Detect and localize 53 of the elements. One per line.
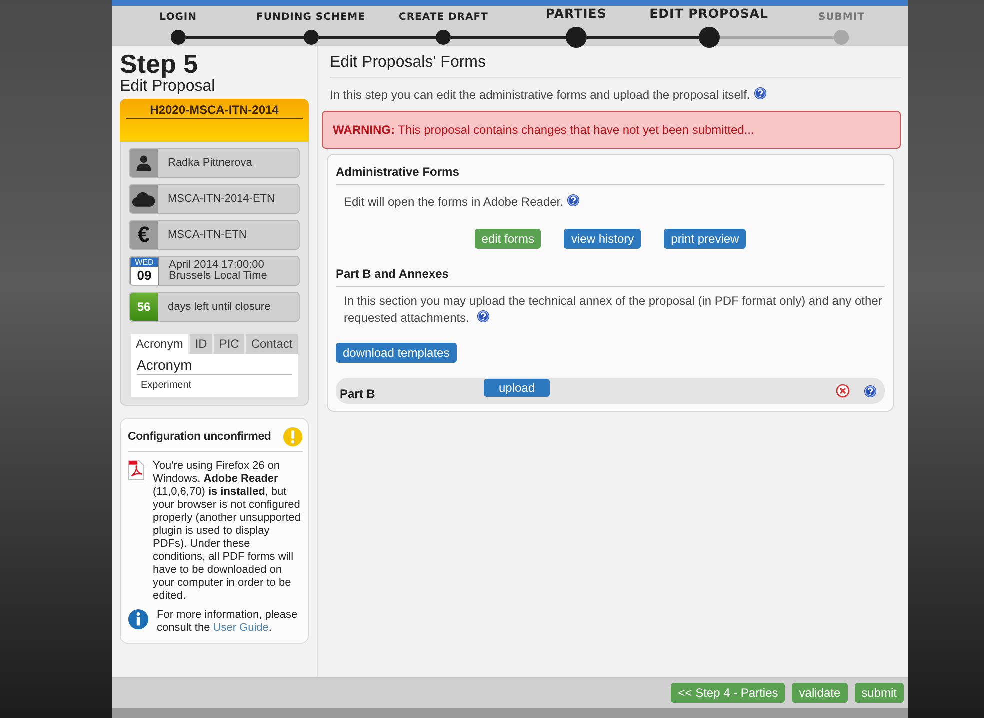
footer-button[interactable]: validate (792, 683, 848, 703)
calendar-icon: WED 09 (130, 257, 159, 285)
euro-icon: € (130, 221, 158, 249)
warning-banner: WARNING: This proposal contains changes that have not yet been submitted... (322, 111, 901, 149)
footer-button[interactable]: submit (854, 683, 904, 703)
info-text: MSCA-ITN-ETN (167, 230, 247, 240)
user-guide-link[interactable]: User Guide (213, 622, 269, 634)
edit-button[interactable]: edit forms (474, 229, 542, 249)
step-title: Step 5 (120, 50, 200, 78)
section-text: Edit will open the forms in Adobe Reader. (344, 194, 885, 209)
field-heading: Acronym (137, 357, 292, 375)
help-icon[interactable] (754, 87, 768, 100)
card-title: Configuration unconfirmed (128, 431, 272, 443)
step-label: PARTIES (546, 6, 607, 23)
help-icon[interactable] (864, 384, 877, 398)
section-heading: Administrative Forms (336, 157, 885, 185)
remove-icon[interactable] (836, 384, 850, 398)
configuration-message: You're using Firefox 26 on Windows. Adobe Reader (11,0,6,70) is installed, but your browser is not configured properly (another unsupported plugin is used to display PDFs). Under these conditions, all PDF forms will have to be downloaded on your computer in order to be edited. (153, 460, 302, 603)
info-text: days left until closure (167, 302, 271, 312)
step-label: LOGIN (160, 11, 197, 25)
page-title: Edit Proposals' Forms (330, 52, 901, 78)
field-value: Experiment (140, 379, 193, 391)
action-button[interactable]: print preview (664, 229, 746, 249)
step-label: EDIT PROPOSAL (650, 6, 768, 23)
row-label: Part B (340, 386, 376, 400)
info-text: MSCA-ITN-2014-ETN (167, 194, 275, 204)
day-counter: 56 (130, 293, 158, 321)
section-text: In this section you may upload the technical annex of the proposal (in PDF format only) and any other requested attachments. (344, 293, 884, 327)
section-heading: Part B and Annexes (336, 259, 885, 287)
step-label: SUBMIT (818, 11, 865, 25)
cloud-icon (130, 185, 158, 213)
tab[interactable]: Acronym (131, 334, 188, 354)
step-subtitle: Edit Proposal (120, 78, 216, 96)
info-icon (128, 609, 149, 630)
info-message: For more information, please consult the User Guide. (157, 609, 299, 635)
action-button[interactable]: view history (564, 229, 642, 249)
help-icon[interactable] (567, 194, 580, 207)
tab[interactable]: Contact (246, 334, 298, 354)
info-text: April 2014 17:00:00 Brussels Local Time (168, 260, 268, 282)
upload-button[interactable]: upload (484, 379, 550, 397)
intro-text: In this step you can edit the administrative forms and upload the proposal itself. (330, 87, 901, 102)
help-icon[interactable] (476, 310, 490, 323)
person-icon (130, 149, 158, 177)
step-label: FUNDING SCHEME (256, 11, 366, 25)
info-text: Radka Pittnerova (167, 158, 252, 168)
warning-icon (283, 427, 303, 447)
tab[interactable]: PIC (214, 334, 244, 354)
tab[interactable]: ID (190, 334, 212, 354)
step-label: CREATE DRAFT (399, 11, 488, 25)
pdf-file-icon (128, 460, 145, 481)
call-header: H2020-MSCA-ITN-2014 (120, 99, 309, 142)
footer-button[interactable]: << Step 4 - Parties (671, 683, 786, 703)
download-button[interactable]: download templates (336, 343, 457, 363)
